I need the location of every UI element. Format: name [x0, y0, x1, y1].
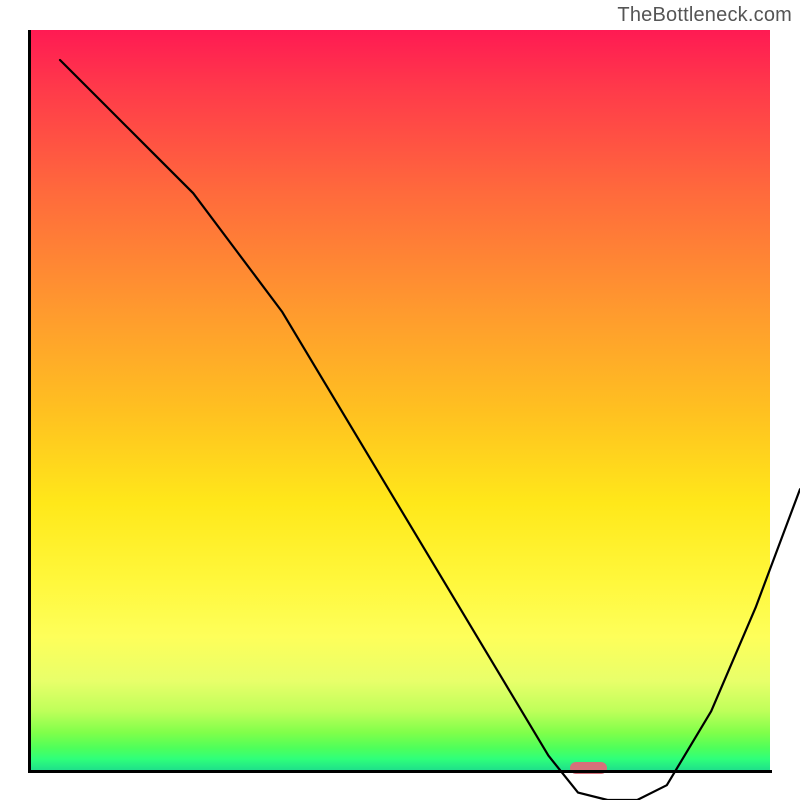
- bottleneck-curve: [60, 60, 800, 800]
- curve-layer: [60, 60, 800, 800]
- plot-area: [30, 30, 770, 770]
- chart-container: TheBottleneck.com: [0, 0, 800, 800]
- watermark: TheBottleneck.com: [617, 4, 792, 27]
- x-axis: [28, 770, 772, 773]
- y-axis: [28, 30, 31, 772]
